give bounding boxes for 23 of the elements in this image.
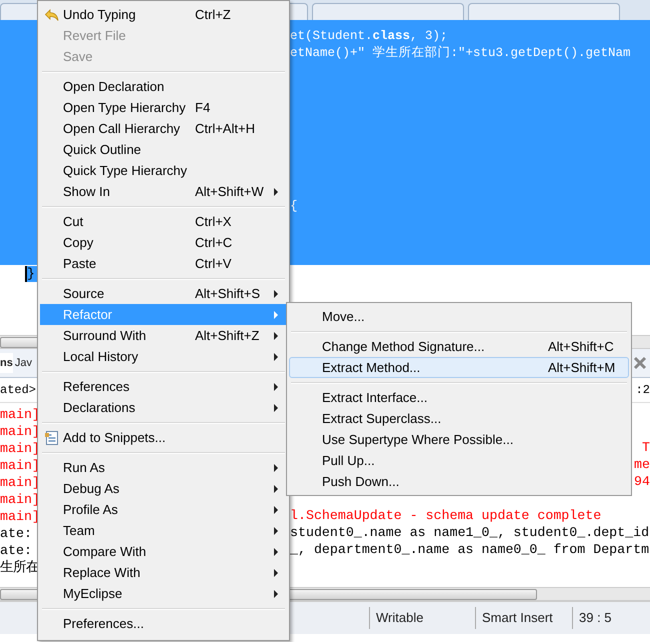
console-header-text: ated> <box>0 383 36 397</box>
status-field: Writable <box>369 607 475 629</box>
console-line: student0_.name as name1_0_, student0_.dept_id <box>290 524 650 542</box>
status-field: 39 : 5 <box>572 607 650 629</box>
console-line: ate: <box>0 526 32 541</box>
console-line: main] <box>0 475 40 490</box>
console-line: me <box>634 456 650 474</box>
console-line: main] <box>0 492 40 507</box>
console-line: main] <box>0 441 40 456</box>
console-header-text: :2 <box>636 383 650 397</box>
console-line: main] <box>0 458 40 473</box>
code-line: { <box>290 198 298 215</box>
console-line: main] <box>0 509 40 524</box>
console-line: 94 <box>634 473 650 491</box>
console-line: main] <box>0 407 40 422</box>
code-line: et(Student.class, 3); <box>290 28 448 45</box>
console-line: _, department0_.name as name0_0_ from Departm <box>290 541 650 559</box>
console-line: l.SchemaUpdate - schema update complete <box>290 507 602 525</box>
console-line: main] <box>0 424 40 439</box>
code-line: etName()+" 学生所在部门:"+stu3.getDept().getNam <box>290 45 631 62</box>
status-field: Smart Insert <box>475 607 572 629</box>
console-line: T <box>642 439 650 457</box>
console-line: ate: <box>0 543 32 558</box>
